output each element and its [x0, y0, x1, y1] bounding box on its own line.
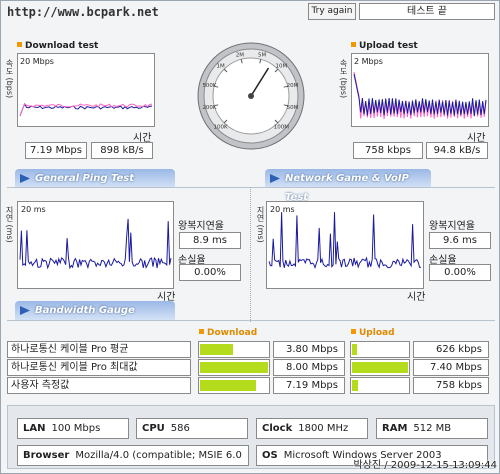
upload-ylabel: 속도 (bps): [339, 59, 348, 99]
download-ylabel: 속도 (bps): [5, 59, 14, 99]
bar-fill: [352, 362, 408, 373]
game-ymax: 20 ms: [270, 205, 295, 214]
game-rt-value: 9.6 ms: [429, 232, 491, 249]
ping-loss-value: 0.00%: [179, 264, 241, 281]
upload-graph: 2 Mbps: [351, 53, 489, 127]
game-section-header: Network Game & VoIP Test: [265, 169, 431, 203]
game-loss-value: 0.00%: [429, 264, 491, 281]
divider-line: [7, 320, 495, 321]
arrow-icon: [20, 174, 30, 183]
upload-header: Upload test: [351, 41, 418, 51]
game-xlabel: 시간: [407, 292, 426, 303]
bandwidth-up-value: 758 kbps: [413, 377, 489, 394]
arrow-icon: [20, 306, 30, 315]
upload-kbps: 758 kbps: [353, 142, 423, 159]
bandwidth-section-header: Bandwidth Gauge: [15, 301, 175, 320]
upload-kbs: 94.8 kB/s: [426, 142, 488, 159]
bandwidth-up-bar: [350, 359, 410, 376]
download-ymax: 20 Mbps: [20, 57, 54, 66]
try-again-button[interactable]: Try again: [308, 3, 356, 20]
gauge-tick-label: 1M: [216, 64, 224, 70]
site-url[interactable]: http://www.bcpark.net: [7, 5, 159, 19]
speed-test-window: http://www.bcpark.net Try again 테스트 끝 Do…: [0, 0, 500, 474]
bandwidth-down-bar: [198, 341, 270, 358]
bandwidth-down-bar: [198, 377, 270, 394]
ping-section-header: General Ping Test: [15, 169, 175, 188]
gauge-tick-label: 100M: [274, 124, 289, 130]
bar-fill: [200, 362, 268, 373]
bar-fill: [200, 344, 233, 355]
footer-timestamp: 박상진 / 2009-12-15 13:09:44: [353, 460, 497, 471]
bandwidth-row-label: 하나로통신 케이블 Pro 최대값: [7, 359, 191, 376]
gauge-tick-label: 5M: [258, 53, 266, 59]
game-ylabel: 지연 (ms): [256, 206, 265, 243]
ping-series: [19, 218, 172, 270]
bandwidth-down-value: 7.19 Mbps: [273, 377, 345, 394]
cpu-info: CPU 586: [136, 418, 248, 439]
gauge-tick-label: 100K: [214, 124, 228, 130]
game-series: [268, 212, 422, 269]
bandwidth-down-value: 3.80 Mbps: [273, 341, 345, 358]
bandwidth-down-value: 8.00 Mbps: [273, 359, 345, 376]
speed-gauge: 100K200K500K1M2M 5M10M20M50M100M: [197, 42, 305, 150]
bandwidth-row-label: 사용자 측정값: [7, 377, 191, 394]
game-rt-label: 왕복지연율: [429, 221, 475, 232]
browser-info: Browser Mozilla/4.0 (compatible; MSIE 6.0: [17, 445, 249, 466]
bar-fill: [200, 380, 256, 391]
bandwidth-download-header: Download: [199, 328, 257, 338]
upload-series: [353, 73, 487, 116]
gauge-tick-label: 10M: [276, 64, 288, 70]
upload-graph-plot: 2 Mbps: [353, 57, 487, 119]
clock-info: Clock 1800 MHz: [256, 418, 368, 439]
divider-vertical: [250, 187, 251, 322]
gauge-tick-label: 50M: [287, 105, 299, 111]
download-header: Download test: [17, 41, 98, 51]
game-graph: 20 ms: [266, 201, 424, 289]
bandwidth-up-bar: [350, 341, 410, 358]
bar-fill: [352, 344, 357, 355]
divider-line: [7, 187, 495, 188]
ram-info: RAM 512 MB: [376, 418, 488, 439]
bandwidth-up-value: 7.40 Mbps: [413, 359, 489, 376]
bar-fill: [352, 380, 358, 391]
ping-graph: 20 ms: [17, 201, 174, 289]
arrow-icon: [270, 174, 280, 183]
download-graph: 20 Mbps: [17, 53, 155, 127]
download-mbps: 7.19 Mbps: [25, 142, 87, 159]
game-graph-plot: 20 ms: [268, 205, 422, 269]
lan-info: LAN 100 Mbps: [17, 418, 129, 439]
bandwidth-up-value: 626 kbps: [413, 341, 489, 358]
download-graph-plot: 20 Mbps: [19, 57, 153, 117]
gauge-tick-label: 2M: [236, 53, 244, 59]
bandwidth-down-bar: [198, 359, 270, 376]
upload-ymax: 2 Mbps: [354, 57, 383, 66]
test-status: 테스트 끝: [359, 3, 495, 20]
gauge-tick-label: 20M: [287, 83, 299, 89]
bandwidth-upload-header: Upload: [351, 328, 395, 338]
bandwidth-row-label: 하나로통신 케이블 Pro 평균: [7, 341, 191, 358]
ping-ymax: 20 ms: [21, 205, 46, 214]
bandwidth-up-bar: [350, 377, 410, 394]
ping-rt-value: 8.9 ms: [179, 232, 241, 249]
download-kbs: 898 kB/s: [91, 142, 153, 159]
ping-rt-label: 왕복지연율: [178, 221, 224, 232]
download-series-peak: [19, 103, 153, 117]
ping-ylabel: 지연 (ms): [5, 206, 14, 243]
ping-graph-plot: 20 ms: [19, 205, 172, 270]
